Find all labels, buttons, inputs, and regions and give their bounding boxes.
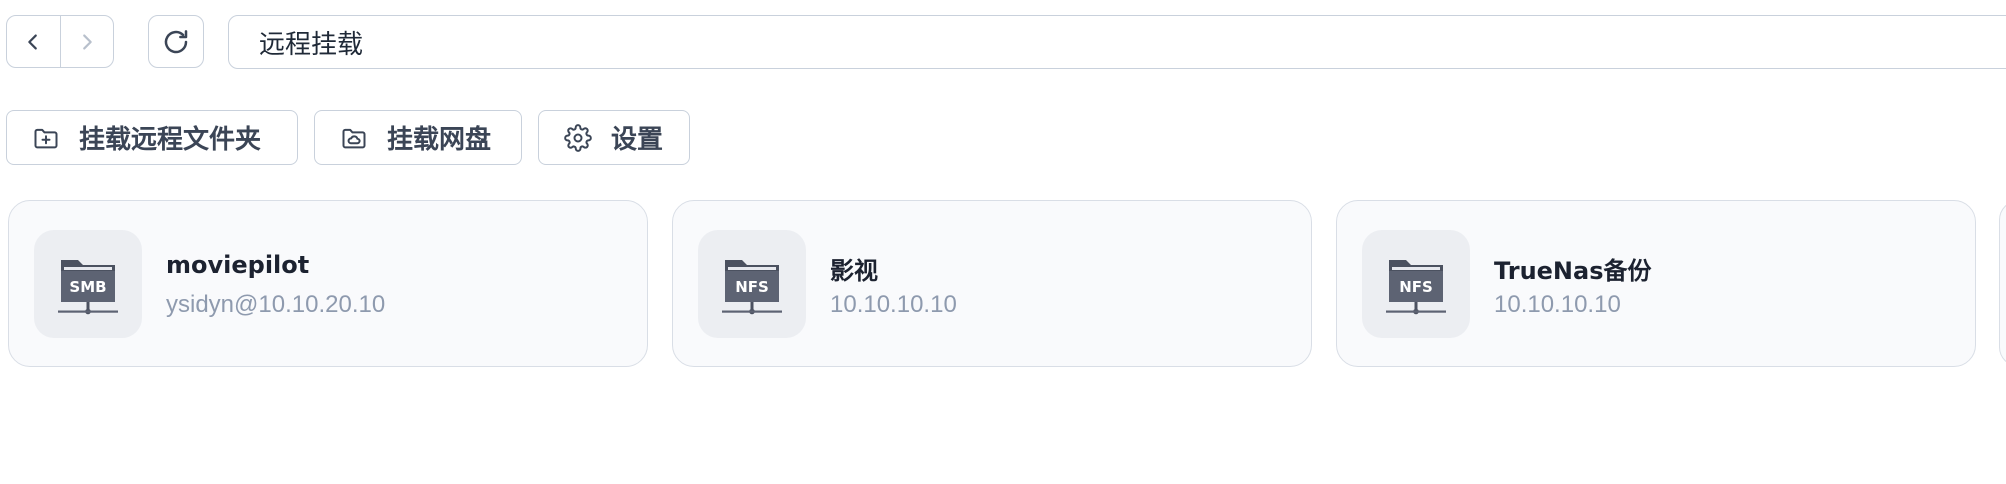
cloud-folder-icon [339,123,369,153]
mount-card-partial[interactable] [1999,200,2006,367]
address-bar[interactable] [228,15,2006,69]
nfs-share-icon: NFS [1362,230,1470,338]
nfs-share-icon: NFS [698,230,806,338]
chevron-right-icon [82,33,92,50]
smb-share-icon: SMB [34,230,142,338]
settings-label: 设置 [611,125,664,155]
back-button[interactable] [7,16,60,67]
address-input[interactable] [259,27,2006,57]
history-nav [6,15,114,68]
folder-plus-icon [31,123,61,153]
mount-remote-folder-label: 挂载远程文件夹 [79,125,262,155]
mount-cloud-drive-button[interactable]: 挂载网盘 [314,110,522,165]
refresh-icon [164,29,188,53]
mount-card-truenas-backup[interactable]: NFS TrueNas备份 10.10.10.10 [1336,200,1976,367]
gear-icon [563,123,593,153]
mount-card-moviepilot[interactable]: SMB moviepilot ysidyn@10.10.20.10 [8,200,648,367]
protocol-label: NFS [735,278,769,296]
chevron-left-icon [28,33,38,50]
mount-name: moviepilot [166,251,310,279]
mount-address: 10.10.10.10 [830,291,957,318]
protocol-label: NFS [1399,278,1433,296]
mount-cloud-drive-label: 挂载网盘 [387,125,492,155]
refresh-button[interactable] [148,15,204,68]
mount-name: 影视 [830,257,878,285]
mount-card-yingshi[interactable]: NFS 影视 10.10.10.10 [672,200,1312,367]
mount-address: 10.10.10.10 [1494,291,1621,318]
mount-remote-folder-button[interactable]: 挂载远程文件夹 [6,110,298,165]
mount-address: ysidyn@10.10.20.10 [166,291,386,318]
forward-button[interactable] [59,16,114,67]
protocol-label: SMB [69,278,106,296]
mount-name: TrueNas备份 [1494,257,1652,285]
settings-button[interactable]: 设置 [538,110,690,165]
